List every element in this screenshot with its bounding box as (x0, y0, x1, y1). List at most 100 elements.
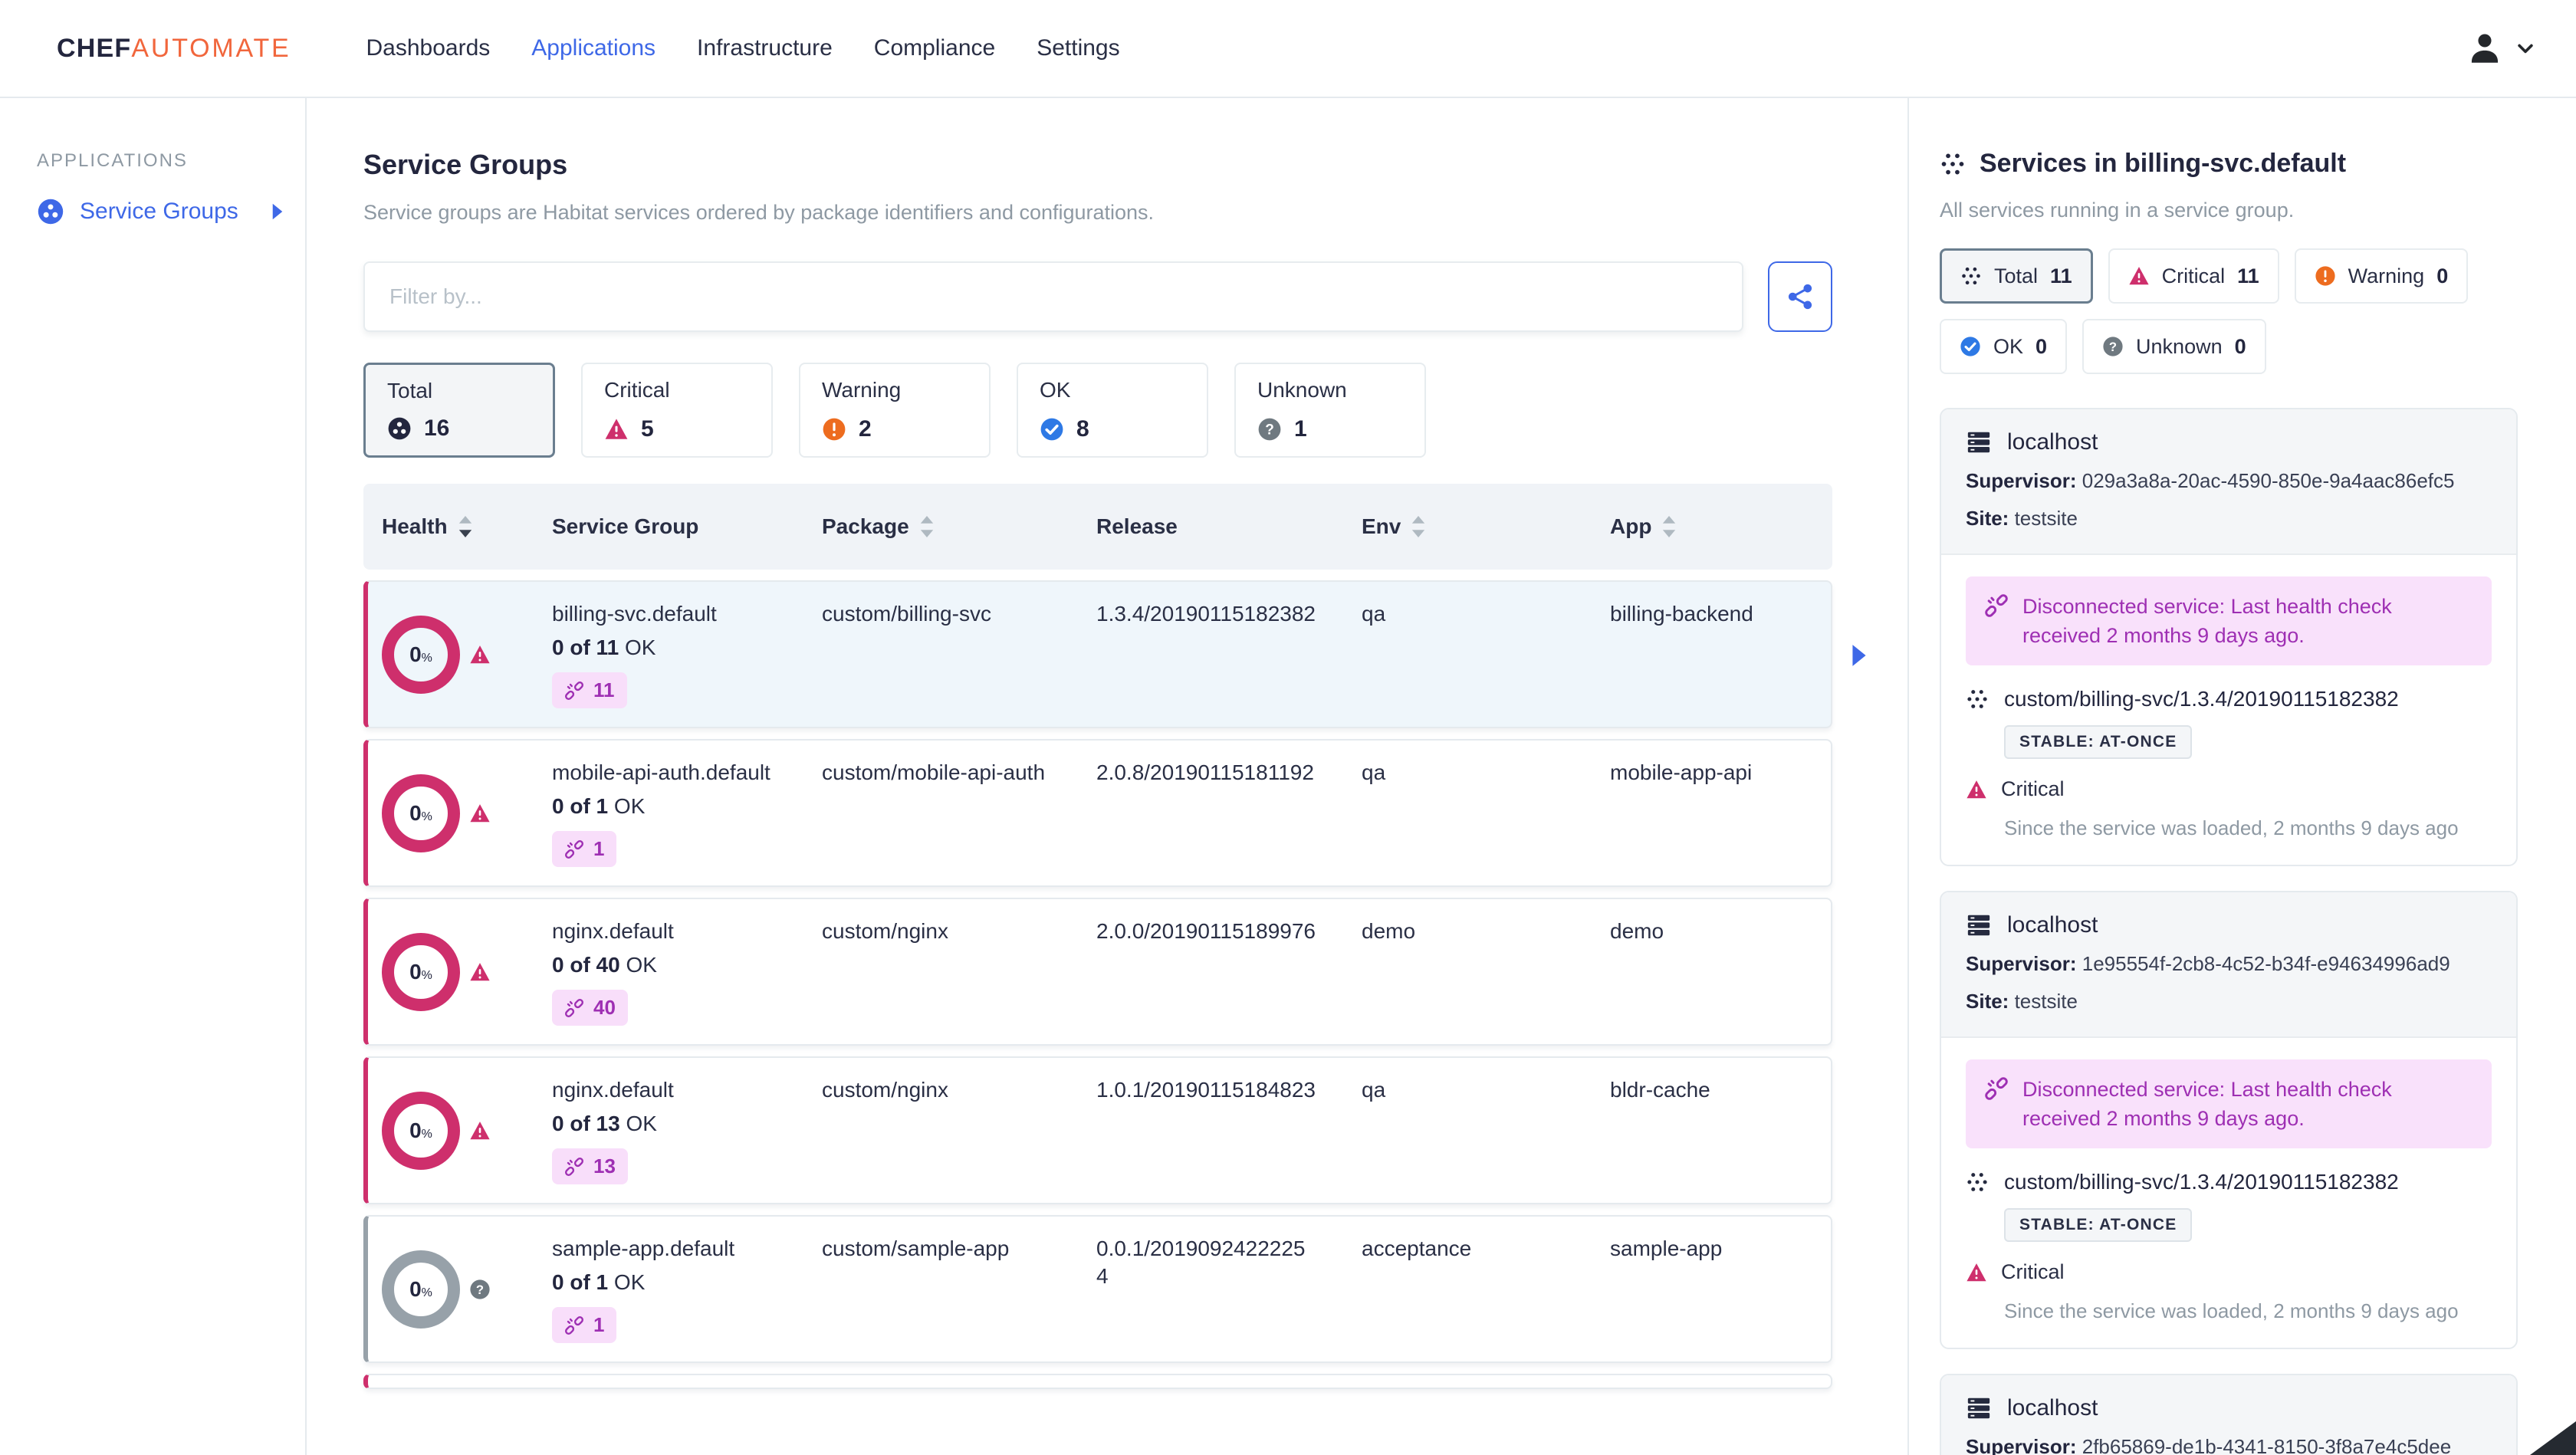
supervisor-id: 2fb65869-de1b-4341-8150-3f8a7e4c5dee (2082, 1435, 2452, 1455)
nav-item-infrastructure[interactable]: Infrastructure (697, 35, 833, 61)
nav-item-dashboards[interactable]: Dashboards (366, 35, 491, 61)
host-row: localhost (1966, 912, 2492, 938)
disconnected-count: 13 (593, 1154, 616, 1177)
status-filter-total[interactable]: Total 16 (363, 363, 555, 458)
table-row[interactable]: 0 % mobile-api-auth.default 0 of 1 OK 1 … (363, 739, 1832, 887)
panel-subtitle: All services running in a service group. (1940, 199, 2295, 222)
sidebar-item-service-groups[interactable]: Service Groups (37, 198, 284, 225)
user-menu[interactable] (2466, 29, 2536, 67)
panel-chip-unknown[interactable]: ? Unknown 0 (2082, 319, 2266, 374)
panel-status-chips: Total 11 Critical 11 Warning 0 OK 0 ? Un… (1940, 248, 2518, 374)
service-groups-icon (387, 416, 412, 441)
panel-chip-total[interactable]: Total 11 (1940, 248, 2093, 304)
table-row[interactable]: 0 % ? sample-app.default 0 of 1 OK 1 cus… (363, 1215, 1832, 1363)
disconnected-count: 1 (593, 837, 605, 860)
service-card-header: localhost Supervisor: 1e95554f-2cb8-4c52… (1941, 892, 2516, 1038)
alert-triangle-icon (604, 417, 629, 442)
sort-icon[interactable] (1662, 515, 1676, 538)
chip-label: Warning (2348, 264, 2425, 287)
filter-input[interactable] (363, 261, 1743, 332)
open-panel-arrow-icon[interactable] (1851, 644, 1868, 667)
supervisor-row: Supervisor: 2fb65869-de1b-4341-8150-3f8a… (1966, 1435, 2492, 1455)
broken-link-icon (564, 1157, 584, 1177)
sort-icon[interactable] (458, 515, 472, 538)
status-filter-count: 5 (641, 416, 654, 442)
health-cell: 0 % (368, 918, 552, 1026)
disconnected-count: 1 (593, 1313, 605, 1336)
table-row[interactable]: 0 % nginx.default 0 of 40 OK 40 custom/n… (363, 898, 1832, 1046)
corner-tab[interactable] (2530, 1421, 2576, 1455)
ok-count: 0 of 40 OK (552, 953, 657, 977)
sidebar-heading: APPLICATIONS (37, 150, 188, 171)
nav-item-label: Compliance (873, 35, 996, 61)
status-filter-count: 8 (1076, 416, 1089, 442)
table-row[interactable]: 0 % nginx.default 0 of 13 OK 13 custom/n… (363, 1056, 1832, 1204)
sort-icon[interactable] (920, 515, 934, 538)
site-name: testsite (2014, 990, 2078, 1013)
supervisor-row: Supervisor: 029a3a8a-20ac-4590-850e-9a4a… (1966, 469, 2455, 492)
health-percent-sign: % (421, 968, 432, 982)
health-percent-sign: % (421, 1127, 432, 1141)
panel-chip-ok[interactable]: OK 0 (1940, 319, 2068, 374)
service-package-row: custom/billing-svc/1.3.4/20190115182382 (1966, 1170, 2492, 1194)
disconnected-alert: Disconnected service: Last health check … (1966, 1059, 2492, 1148)
share-button[interactable] (1768, 261, 1832, 332)
column-header-label: Env (1362, 514, 1401, 538)
app-cell: mobile-app-api (1610, 760, 1753, 784)
filter-row (363, 261, 1832, 332)
disconnected-alert-text: Disconnected service: Last health check … (2022, 1078, 2392, 1130)
site-row: Site: testsite (1966, 507, 2078, 530)
dots-cluster-icon (1966, 688, 1989, 711)
status-filter-warning[interactable]: Warning 2 (799, 363, 991, 458)
service-card-body: Disconnected service: Last health check … (1941, 555, 2516, 865)
ok-count: 0 of 1 OK (552, 794, 646, 818)
chip-count: 0 (2036, 334, 2048, 358)
health-donut: 0 % (382, 773, 460, 852)
status-filter-label: Total (387, 379, 433, 402)
service-card-header: localhost Supervisor: 2fb65869-de1b-4341… (1941, 1375, 2516, 1455)
service-card-body: Disconnected service: Last health check … (1941, 1038, 2516, 1348)
service-card: localhost Supervisor: 029a3a8a-20ac-4590… (1940, 408, 2518, 866)
health-percent: 0 (409, 642, 422, 666)
status-filter-label: Critical (604, 378, 670, 402)
panel-title: Services in billing-svc.default (1940, 149, 2518, 179)
brand-automate: AUTOMATE (131, 33, 291, 63)
nav-item-settings[interactable]: Settings (1037, 35, 1119, 61)
service-groups-icon (37, 198, 64, 225)
sort-icon[interactable] (1411, 515, 1425, 538)
disconnected-count: 11 (593, 678, 615, 701)
app-cell: demo (1610, 919, 1664, 943)
column-header-package: Package (822, 514, 1096, 539)
health-cell: 0 % (368, 1076, 552, 1184)
release-cell: 1.0.1/20190115184823 (1096, 1078, 1316, 1102)
column-header-label: Release (1096, 514, 1178, 538)
warning-circle-icon (822, 417, 846, 442)
panel-chip-warning[interactable]: Warning 0 (2294, 248, 2469, 304)
ok-count: 0 of 11 OK (552, 636, 656, 659)
env-cell: qa (1362, 760, 1386, 784)
service-since-text: Since the service was loaded, 2 months 9… (2004, 816, 2459, 839)
column-header-release: Release (1096, 514, 1362, 539)
service-card: localhost Supervisor: 2fb65869-de1b-4341… (1940, 1374, 2518, 1455)
status-filter-critical[interactable]: Critical 5 (581, 363, 773, 458)
health-cell: 0 % ? (368, 1235, 552, 1343)
nav-item-compliance[interactable]: Compliance (874, 35, 995, 61)
app-cell: sample-app (1610, 1237, 1723, 1260)
nav-item-applications[interactable]: Applications (531, 35, 656, 61)
status-filter-label: OK (1040, 378, 1071, 402)
panel-chip-critical[interactable]: Critical 11 (2108, 248, 2279, 304)
host-name: localhost (2007, 912, 2098, 938)
service-cards-list: localhost Supervisor: 029a3a8a-20ac-4590… (1940, 408, 2518, 1455)
table-row[interactable] (363, 1374, 1832, 1389)
dots-cluster-icon (1960, 265, 1982, 287)
check-circle-icon (1040, 417, 1064, 442)
disconnected-count-pill: 11 (552, 672, 627, 708)
table-row[interactable]: 0 % billing-svc.default 0 of 11 OK 11 cu… (363, 580, 1832, 728)
svg-text:?: ? (1265, 422, 1274, 438)
status-filter-ok[interactable]: OK 8 (1017, 363, 1208, 458)
service-package-row: custom/billing-svc/1.3.4/20190115182382 (1966, 687, 2492, 711)
supervisor-id: 029a3a8a-20ac-4590-850e-9a4aac86efc5 (2082, 469, 2455, 492)
status-filter-unknown[interactable]: Unknown ? 1 (1234, 363, 1426, 458)
service-status-row: Critical (1966, 777, 2492, 801)
chef-automate-logo[interactable]: CHEFAUTOMATE (57, 34, 291, 64)
